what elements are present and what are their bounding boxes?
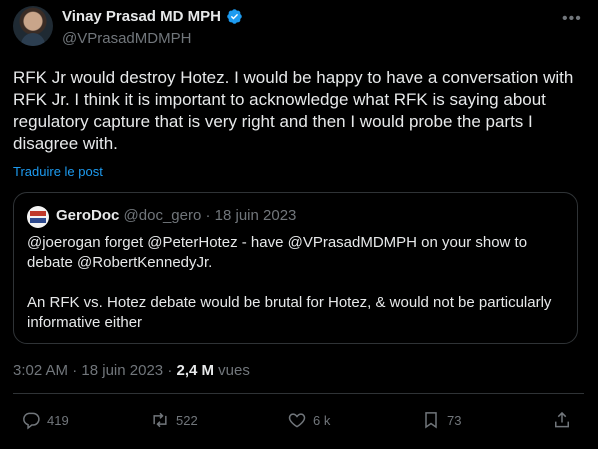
tweet-metadata: 3:02 AM · 18 juin 2023 · 2,4 M vues	[13, 362, 250, 379]
repost-count: 522	[176, 412, 198, 428]
share-icon	[555, 411, 569, 428]
bookmark-button[interactable]: 73	[421, 410, 461, 430]
tweet-time[interactable]: 3:02 AM	[13, 362, 68, 379]
author-handle[interactable]: @VPrasadMDMPH	[62, 30, 191, 47]
bookmark-icon	[425, 412, 437, 429]
tweet-date[interactable]: 18 juin 2023	[81, 362, 163, 379]
quoted-author-avatar	[27, 206, 49, 228]
tweet-text: RFK Jr would destroy Hotez. I would be h…	[13, 68, 574, 153]
share-button[interactable]	[552, 410, 572, 430]
quoted-separator: ·	[205, 207, 211, 224]
translate-post-link[interactable]: Traduire le post	[13, 164, 103, 179]
repost-icon	[153, 412, 167, 428]
verified-badge-icon	[227, 9, 242, 24]
views-label: vues	[218, 362, 250, 379]
quoted-tweet[interactable]: GeroDoc @doc_gero · 18 juin 2023 @joerog…	[13, 192, 578, 344]
repost-button[interactable]: 522	[150, 410, 198, 430]
more-options-icon[interactable]: •••	[562, 10, 582, 28]
author-display-name[interactable]: Vinay Prasad MD MPH	[62, 8, 221, 25]
quoted-paragraph: @joerogan forget @PeterHotez - have @VPr…	[27, 234, 528, 271]
heart-icon	[288, 413, 306, 428]
reply-button[interactable]: 419	[21, 410, 69, 430]
quoted-tweet-header: GeroDoc @doc_gero · 18 juin 2023	[56, 207, 296, 224]
bookmark-count: 73	[447, 412, 462, 428]
divider	[13, 393, 584, 394]
quoted-paragraph: An RFK vs. Hotez debate would be brutal …	[27, 294, 552, 331]
reply-icon	[23, 412, 40, 430]
author-avatar[interactable]	[13, 6, 53, 46]
like-button[interactable]: 6 k	[287, 410, 330, 430]
views-count: 2,4 M	[176, 362, 214, 379]
tweet: Vinay Prasad MD MPH @VPrasadMDMPH ••• RF…	[0, 0, 598, 449]
reply-count: 419	[47, 412, 69, 428]
like-count: 6 k	[313, 412, 331, 428]
author-name-row: Vinay Prasad MD MPH	[62, 8, 243, 25]
quoted-author-name: GeroDoc	[56, 207, 120, 224]
quoted-date: 18 juin 2023	[214, 207, 297, 224]
meta-separator: ·	[72, 362, 82, 379]
action-bar: 419 522 6 k 73	[0, 410, 598, 434]
quoted-tweet-text: @joerogan forget @PeterHotez - have @VPr…	[27, 233, 567, 333]
quoted-author-handle: @doc_gero	[123, 207, 202, 224]
